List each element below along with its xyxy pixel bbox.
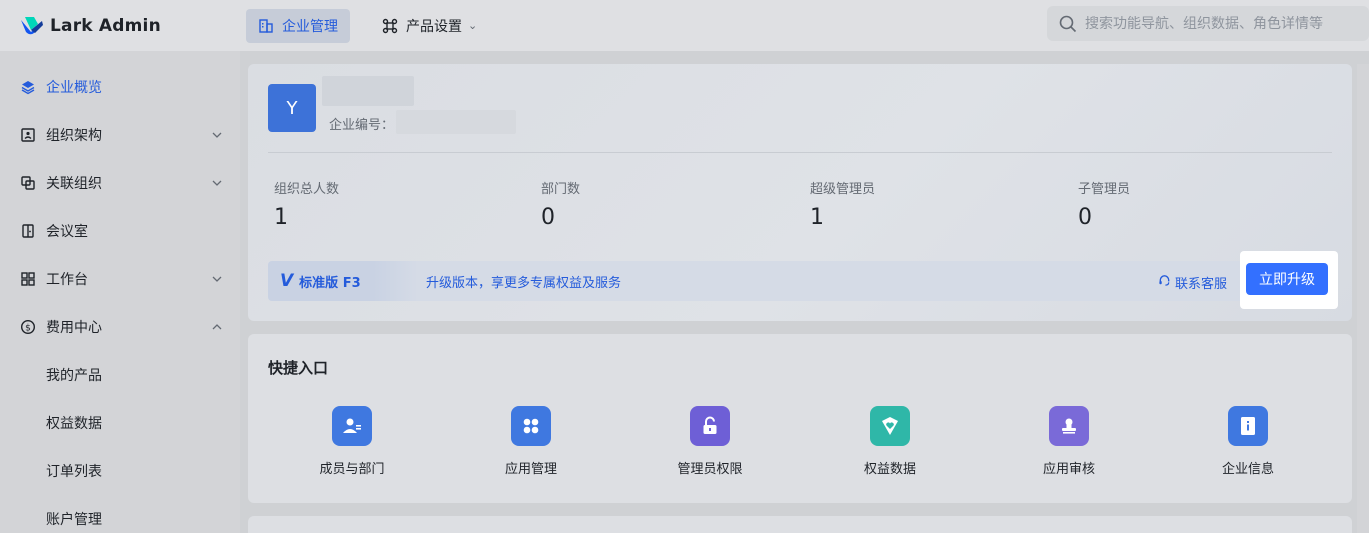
lark-logo-icon <box>21 16 43 34</box>
grid-icon <box>20 271 36 287</box>
quick-item-admin-permissions[interactable]: 管理员权限 <box>650 406 770 477</box>
linked-org-icon <box>20 175 36 191</box>
sidebar-item-label: 工作台 <box>46 272 88 288</box>
quick-item-app-review[interactable]: 应用审核 <box>1009 406 1129 477</box>
logo[interactable]: Lark Admin <box>20 16 246 36</box>
search-icon <box>1059 15 1077 32</box>
stat-super-admins: 超级管理员 1 <box>810 178 875 230</box>
enterprise-id-label: 企业编号： <box>329 118 395 133</box>
stat-sub-admins: 子管理员 0 <box>1078 178 1130 230</box>
top-bar: Lark Admin 企业管理 产品设置 ⌄ <box>0 0 1369 51</box>
scrollbar[interactable] <box>1357 64 1369 533</box>
apps-icon <box>511 406 551 446</box>
stat-label: 部门数 <box>541 182 581 197</box>
chevron-up-icon <box>211 321 223 333</box>
sidebar-item-enterprise-overview[interactable]: 企业概览 <box>0 67 240 107</box>
chevron-down-icon <box>211 177 223 189</box>
chevron-down-icon <box>211 273 223 285</box>
sidebar-item-meeting-room[interactable]: 会议室 <box>0 211 240 251</box>
door-icon <box>20 223 36 239</box>
search-box[interactable] <box>1047 6 1369 41</box>
audit-icon <box>1049 406 1089 446</box>
plan-name: 标准版 F3 <box>299 275 361 291</box>
upgrade-highlight: 立即升级 <box>1240 251 1338 309</box>
contact-support-label: 联系客服 <box>1175 277 1228 292</box>
plan-banner: V 标准版 F3 升级版本，享更多专属权益及服务 联系客服 <box>268 261 1336 301</box>
quick-item-label: 应用管理 <box>504 462 557 477</box>
plan-badge: V 标准版 F3 <box>268 261 418 301</box>
sidebar-item-label: 会议室 <box>46 224 88 240</box>
quick-item-label: 成员与部门 <box>319 462 385 477</box>
sidebar-item-label: 我的产品 <box>46 368 102 384</box>
sidebar-subitem-account-management[interactable]: 账户管理 <box>0 499 240 533</box>
enterprise-avatar: Y <box>268 84 316 132</box>
layers-icon <box>20 79 36 95</box>
quick-item-app-management[interactable]: 应用管理 <box>471 406 591 477</box>
sidebar-item-workplace[interactable]: 工作台 <box>0 259 240 299</box>
quick-item-label: 管理员权限 <box>677 462 743 477</box>
contact-support-link[interactable]: 联系客服 <box>1158 273 1227 292</box>
quick-access-card: 快捷入口 成员与部门 应用管理 管理员权限 权益数据 应用审核 企业信息 <box>248 334 1352 503</box>
divider <box>268 152 1332 153</box>
redacted-enterprise-name <box>322 76 414 106</box>
next-card-partial <box>248 516 1352 533</box>
product-settings-icon <box>382 18 398 34</box>
chevron-down-icon: ⌄ <box>468 19 478 32</box>
tab-product-settings[interactable]: 产品设置 ⌄ <box>370 9 489 43</box>
app-name: Lark Admin <box>50 15 161 36</box>
stat-value: 1 <box>274 205 288 230</box>
sidebar-subitem-order-list[interactable]: 订单列表 <box>0 451 240 491</box>
tab-label: 企业管理 <box>282 18 338 35</box>
stat-value: 0 <box>541 205 555 230</box>
quick-item-label: 应用审核 <box>1042 462 1095 477</box>
sidebar-subitem-benefit-data[interactable]: 权益数据 <box>0 403 240 443</box>
sidebar-item-billing-center[interactable]: $ 费用中心 <box>0 307 240 347</box>
sidebar: 企业概览 组织架构 关联组织 会议室 工作台 $ 费用中心 我的产品 权益数据 … <box>0 51 240 533</box>
chevron-down-icon <box>211 129 223 141</box>
quick-item-label: 权益数据 <box>863 462 916 477</box>
sidebar-item-org-structure[interactable]: 组织架构 <box>0 115 240 155</box>
stat-label: 超级管理员 <box>810 182 876 197</box>
quick-item-label: 企业信息 <box>1221 462 1274 477</box>
heart-badge-icon <box>870 406 910 446</box>
sidebar-item-label: 权益数据 <box>46 416 102 432</box>
headset-icon <box>1158 274 1171 291</box>
stat-label: 子管理员 <box>1078 182 1131 197</box>
sidebar-item-linked-org[interactable]: 关联组织 <box>0 163 240 203</box>
sidebar-item-label: 费用中心 <box>46 320 102 336</box>
sidebar-item-label: 关联组织 <box>46 176 102 192</box>
quick-item-benefit-data[interactable]: 权益数据 <box>830 406 950 477</box>
quick-item-enterprise-info[interactable]: 企业信息 <box>1188 406 1308 477</box>
stat-value: 0 <box>1078 205 1092 230</box>
tab-enterprise-management[interactable]: 企业管理 <box>246 8 350 43</box>
org-chart-icon <box>20 127 36 143</box>
sidebar-subitem-my-products[interactable]: 我的产品 <box>0 355 240 395</box>
enterprise-overview-card: Y 企业编号： 组织总人数 1 部门数 0 超级管理员 1 子管理员 0 V 标… <box>248 64 1352 321</box>
stat-departments: 部门数 0 <box>541 178 580 230</box>
quick-item-members-departments[interactable]: 成员与部门 <box>292 406 412 477</box>
dollar-icon: $ <box>20 319 36 335</box>
tab-label: 产品设置 <box>406 18 462 35</box>
info-book-icon <box>1228 406 1268 446</box>
svg-text:$: $ <box>25 323 31 333</box>
unlock-icon <box>690 406 730 446</box>
redacted-enterprise-id <box>396 110 516 134</box>
stat-value: 1 <box>810 205 824 230</box>
search-input[interactable] <box>1085 15 1345 32</box>
sidebar-item-label: 组织架构 <box>46 128 102 144</box>
sidebar-item-label: 企业概览 <box>46 80 102 96</box>
sidebar-item-label: 账户管理 <box>46 512 102 528</box>
upgrade-now-button[interactable]: 立即升级 <box>1246 263 1328 295</box>
sidebar-item-label: 订单列表 <box>46 464 102 480</box>
stat-label: 组织总人数 <box>274 182 340 197</box>
plan-upgrade-text: 升级版本，享更多专属权益及服务 <box>426 275 622 291</box>
building-icon <box>258 18 274 34</box>
version-v-icon: V <box>280 271 294 291</box>
members-icon <box>332 406 372 446</box>
quick-access-title: 快捷入口 <box>268 359 329 377</box>
stat-total-members: 组织总人数 1 <box>274 178 339 230</box>
